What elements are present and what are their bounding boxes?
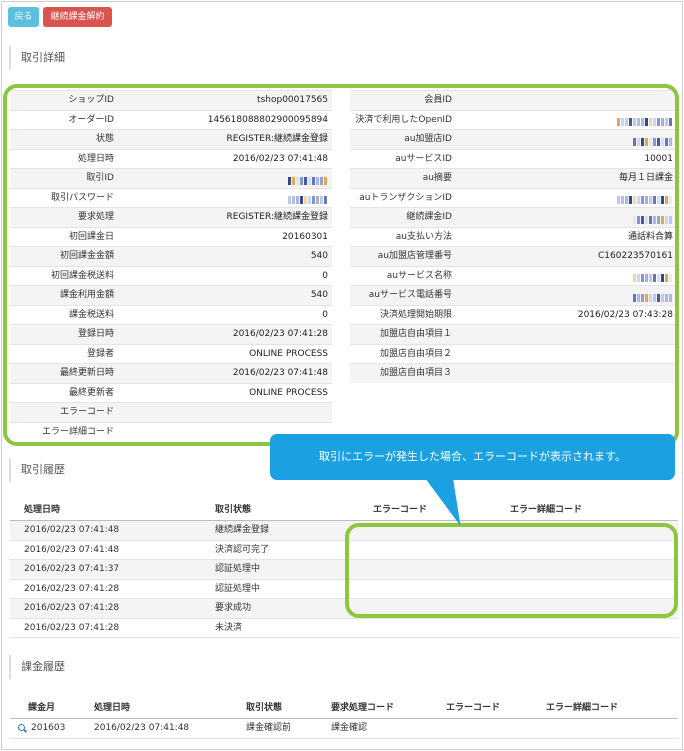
section-title-billing: 課金履歴 — [9, 655, 65, 679]
history-cell: 2016/02/23 07:41:28 — [24, 583, 120, 594]
history-cell: 2016/02/23 07:41:37 — [24, 564, 120, 574]
billing-col-error-detail: エラー詳細コード — [546, 703, 619, 713]
billing-row[interactable]: 201603 2016/02/23 07:41:48 課金確認前 課金確認 — [10, 719, 678, 739]
search-icon[interactable] — [18, 723, 27, 733]
history-cell — [365, 619, 490, 638]
cancel-continuous-billing-button[interactable]: 継続課金解約 — [43, 7, 112, 27]
billing-status: 課金確認前 — [246, 723, 292, 733]
history-cell: 決済認可完了 — [215, 544, 270, 555]
section-title-detail: 取引詳細 — [9, 46, 65, 70]
back-button[interactable]: 戻る — [8, 7, 39, 27]
history-header: 処理日時 取引状態 エラーコード エラー詳細コード — [10, 499, 678, 521]
billing-datetime: 2016/02/23 07:41:48 — [94, 723, 190, 733]
billing-table: 課金月 処理日時 取引状態 要求処理コード エラーコード エラー詳細コード 20… — [10, 697, 678, 739]
section-title-history: 取引履歴 — [9, 458, 65, 482]
billing-month: 201603 — [31, 722, 66, 733]
history-cell: 認証処理中 — [215, 564, 261, 574]
history-cell: 要求成功 — [215, 603, 252, 613]
history-cell: 認証処理中 — [215, 583, 261, 594]
history-cell: 2016/02/23 07:41:48 — [24, 525, 120, 535]
billing-col-datetime: 処理日時 — [94, 703, 131, 713]
history-cell: 継続課金登録 — [215, 525, 270, 535]
history-cell: 2016/02/23 07:41:28 — [24, 622, 120, 633]
billing-error-detail — [546, 719, 678, 738]
history-cell: 2016/02/23 07:41:48 — [24, 544, 120, 555]
highlight-detail-box — [3, 84, 679, 446]
history-cell: 未決済 — [215, 622, 243, 633]
history-col-status: 取引状態 — [215, 505, 252, 515]
billing-col-status: 取引状態 — [246, 703, 283, 713]
billing-header: 課金月 処理日時 取引状態 要求処理コード エラーコード エラー詳細コード — [10, 697, 678, 719]
callout-message: 取引にエラーが発生した場合、エラーコードが表示されます。 — [270, 434, 675, 480]
billing-col-month: 課金月 — [28, 702, 56, 713]
history-row: 2016/02/23 07:41:28 未決済 — [10, 619, 678, 638]
history-col-datetime: 処理日時 — [24, 505, 61, 515]
history-cell — [490, 619, 678, 638]
history-cell: 2016/02/23 07:41:28 — [24, 603, 120, 613]
billing-col-error-code: エラーコード — [446, 703, 501, 713]
history-col-error-detail: エラー詳細コード — [510, 505, 583, 515]
billing-error-code — [446, 719, 546, 738]
highlight-error-columns — [345, 523, 678, 618]
billing-request-code: 課金確認 — [331, 723, 368, 733]
billing-col-request-code: 要求処理コード — [331, 703, 395, 713]
